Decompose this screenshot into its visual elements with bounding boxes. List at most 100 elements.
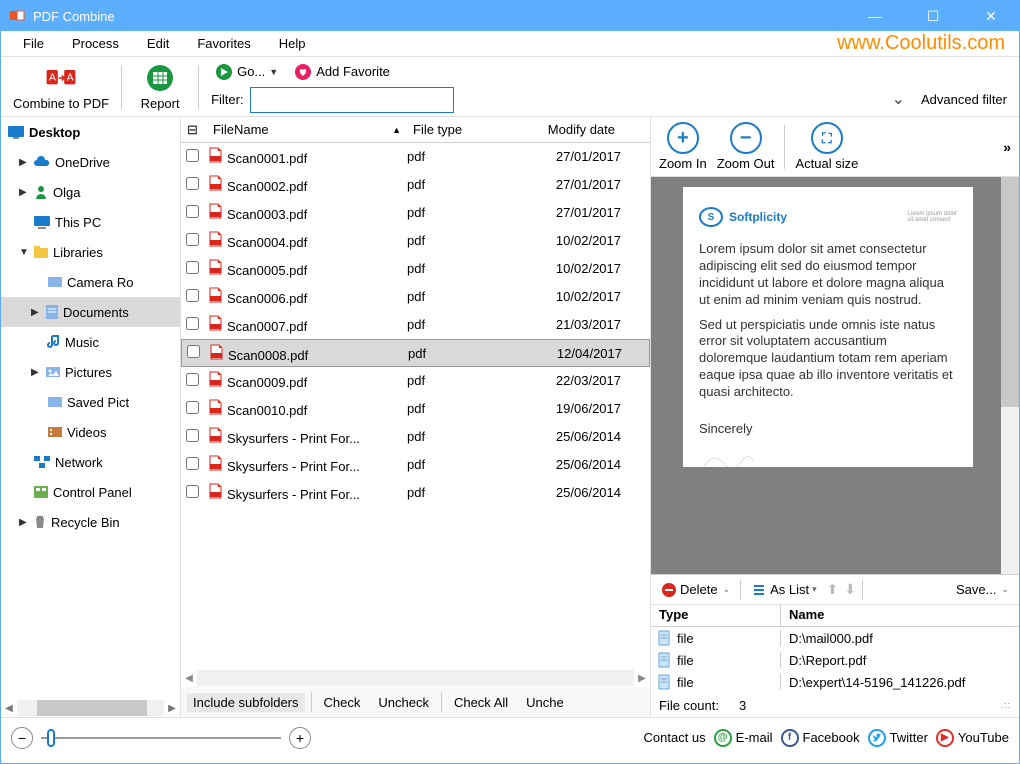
menu-process[interactable]: Process (58, 34, 133, 53)
queue-header-type[interactable]: Type (651, 605, 781, 626)
expand-icon[interactable]: ▶ (31, 367, 41, 378)
minimize-button[interactable]: — (855, 8, 895, 25)
queue-row[interactable]: fileD:\mail000.pdf (651, 627, 1019, 649)
file-row[interactable]: Scan0008.pdfpdf12/04/2017 (181, 339, 650, 367)
tree-network[interactable]: Network (1, 447, 180, 477)
tree-user-olga[interactable]: ▶Olga (1, 177, 180, 207)
add-favorite-button[interactable]: Add Favorite (290, 61, 394, 83)
zoom-out-small-button[interactable]: − (11, 727, 33, 749)
move-up-button[interactable]: ⬆ (827, 581, 839, 598)
youtube-link[interactable]: ▶YouTube (936, 729, 1009, 747)
file-row[interactable]: Scan0005.pdfpdf10/02/2017 (181, 255, 650, 283)
more-tools-button[interactable]: » (1003, 139, 1011, 155)
file-row[interactable]: Skysurfers - Print For...pdf25/06/2014 (181, 451, 650, 479)
menu-help[interactable]: Help (265, 34, 320, 53)
tree-this-pc[interactable]: This PC (1, 207, 180, 237)
tree-saved-pictures[interactable]: Saved Pict (1, 387, 180, 417)
expand-icon[interactable]: ▶ (19, 517, 29, 528)
move-down-button[interactable]: ⬇ (844, 581, 856, 598)
expand-icon[interactable]: ▶ (31, 307, 41, 318)
check-all-button[interactable]: Check All (448, 693, 514, 712)
tree-control-panel[interactable]: Control Panel (1, 477, 180, 507)
header-filename[interactable]: FileName▲ (207, 122, 407, 137)
facebook-link[interactable]: fFacebook (781, 729, 860, 747)
queue-row[interactable]: fileD:\expert\14-5196_141226.pdf (651, 671, 1019, 693)
file-checkbox[interactable] (186, 485, 199, 498)
file-checkbox[interactable] (187, 345, 200, 358)
as-list-button[interactable]: As List▾ (747, 580, 821, 600)
menu-edit[interactable]: Edit (133, 34, 183, 53)
file-checkbox[interactable] (186, 205, 199, 218)
scroll-right-icon[interactable]: ▶ (164, 703, 180, 714)
actual-size-button[interactable]: ⛶Actual size (795, 122, 858, 171)
zoom-slider-track[interactable] (41, 737, 281, 739)
zoom-slider-thumb[interactable] (47, 729, 55, 747)
tree-desktop[interactable]: Desktop (1, 117, 180, 147)
queue-row[interactable]: fileD:\Report.pdf (651, 649, 1019, 671)
zoom-in-button[interactable]: +Zoom In (659, 122, 707, 171)
file-checkbox[interactable] (186, 233, 199, 246)
preview-vscrollbar[interactable] (1001, 177, 1019, 574)
brand-link[interactable]: www.Coolutils.com (837, 32, 1011, 55)
filter-input[interactable] (250, 87, 454, 113)
file-checkbox[interactable] (186, 457, 199, 470)
resize-grip-icon[interactable]: .:: (1000, 700, 1011, 710)
scrollbar-thumb[interactable] (1001, 177, 1019, 407)
expand-icon[interactable]: ▶ (19, 157, 29, 168)
header-checkbox-col[interactable]: ⊟ (181, 122, 207, 138)
file-checkbox[interactable] (186, 373, 199, 386)
file-row[interactable]: Scan0007.pdfpdf21/03/2017 (181, 311, 650, 339)
queue-header-name[interactable]: Name (781, 605, 1019, 626)
header-modifydate[interactable]: Modify date (503, 122, 621, 137)
save-button[interactable]: Save...⌄ (952, 580, 1013, 599)
file-row[interactable]: Scan0003.pdfpdf27/01/2017 (181, 199, 650, 227)
file-checkbox[interactable] (186, 177, 199, 190)
filter-combo[interactable] (250, 87, 911, 113)
scrollbar-thumb[interactable] (37, 700, 147, 716)
file-row[interactable]: Scan0001.pdfpdf27/01/2017 (181, 143, 650, 171)
tree-hscrollbar[interactable]: ◀ ▶ (1, 699, 180, 717)
go-button[interactable]: Go... ▼ (211, 61, 282, 83)
scroll-right-icon[interactable]: ▶ (634, 673, 650, 684)
tree-pictures[interactable]: ▶Pictures (1, 357, 180, 387)
expand-icon[interactable]: ▶ (19, 187, 29, 198)
include-subfolders-button[interactable]: Include subfolders (187, 693, 305, 712)
file-checkbox[interactable] (186, 317, 199, 330)
scroll-left-icon[interactable]: ◀ (1, 703, 17, 714)
filelist-hscrollbar[interactable]: ◀ ▶ (181, 669, 650, 687)
maximize-button[interactable]: ☐ (913, 8, 953, 25)
email-link[interactable]: @E-mail (714, 729, 773, 747)
header-filetype[interactable]: File type (407, 122, 503, 137)
advanced-filter-link[interactable]: Advanced filter (917, 92, 1011, 107)
menu-favorites[interactable]: Favorites (183, 34, 264, 53)
file-row[interactable]: Scan0004.pdfpdf10/02/2017 (181, 227, 650, 255)
tree-documents[interactable]: ▶Documents (1, 297, 180, 327)
zoom-out-button[interactable]: −Zoom Out (717, 122, 775, 171)
combine-to-pdf-button[interactable]: AA Combine to PDF (9, 60, 113, 113)
file-checkbox[interactable] (186, 289, 199, 302)
file-row[interactable]: Scan0002.pdfpdf27/01/2017 (181, 171, 650, 199)
tree-videos[interactable]: Videos (1, 417, 180, 447)
file-row[interactable]: Scan0010.pdfpdf19/06/2017 (181, 395, 650, 423)
twitter-link[interactable]: Twitter (868, 729, 928, 747)
tree-camera-roll[interactable]: Camera Ro (1, 267, 180, 297)
collapse-icon[interactable]: ▼ (19, 247, 29, 258)
close-button[interactable]: ✕ (971, 8, 1011, 25)
file-row[interactable]: Skysurfers - Print For...pdf25/06/2014 (181, 423, 650, 451)
delete-button[interactable]: Delete⌄ (657, 580, 734, 600)
file-checkbox[interactable] (186, 429, 199, 442)
tree-libraries[interactable]: ▼Libraries (1, 237, 180, 267)
check-button[interactable]: Check (318, 693, 367, 712)
tree-onedrive[interactable]: ▶OneDrive (1, 147, 180, 177)
tree-recycle-bin[interactable]: ▶Recycle Bin (1, 507, 180, 537)
menu-file[interactable]: File (9, 34, 58, 53)
scroll-left-icon[interactable]: ◀ (181, 673, 197, 684)
file-row[interactable]: Scan0006.pdfpdf10/02/2017 (181, 283, 650, 311)
file-checkbox[interactable] (186, 261, 199, 274)
report-button[interactable]: Report (130, 60, 190, 113)
file-row[interactable]: Skysurfers - Print For...pdf25/06/2014 (181, 479, 650, 507)
file-checkbox[interactable] (186, 401, 199, 414)
zoom-in-small-button[interactable]: + (289, 727, 311, 749)
tree-music[interactable]: Music (1, 327, 180, 357)
file-row[interactable]: Scan0009.pdfpdf22/03/2017 (181, 367, 650, 395)
